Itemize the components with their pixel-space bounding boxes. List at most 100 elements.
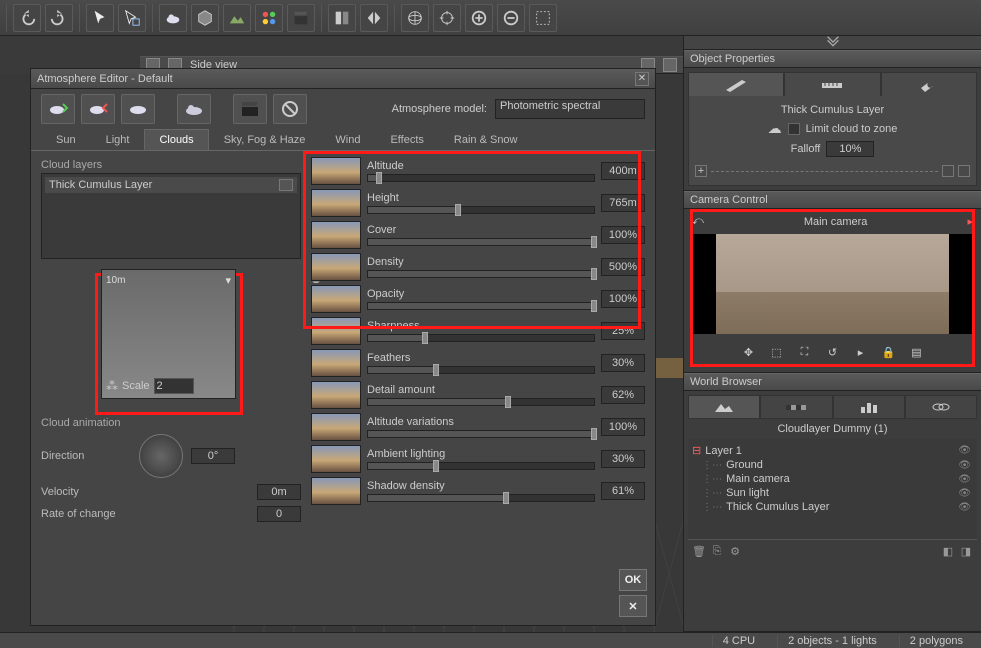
action-icon-2[interactable] xyxy=(958,165,970,177)
collapse-bar[interactable] xyxy=(684,36,981,50)
pan-icon[interactable]: ✥ xyxy=(739,342,759,362)
param-input[interactable] xyxy=(601,322,645,340)
terrain-icon[interactable] xyxy=(223,4,251,32)
param-thumb[interactable] xyxy=(311,253,361,281)
visibility-icon[interactable]: 👁 xyxy=(958,502,971,513)
target-icon[interactable] xyxy=(433,4,461,32)
param-slider[interactable] xyxy=(367,366,595,374)
camera-next-icon[interactable]: ▸ xyxy=(967,215,973,228)
select-arrow-icon[interactable] xyxy=(118,4,146,32)
expand-icon[interactable]: + xyxy=(695,165,707,177)
wb-tab-stats[interactable] xyxy=(833,395,905,419)
param-input[interactable] xyxy=(601,258,645,276)
wb-tab-objects[interactable] xyxy=(688,395,760,419)
zoom-in-icon[interactable] xyxy=(465,4,493,32)
param-thumb[interactable] xyxy=(311,157,361,185)
param-input[interactable] xyxy=(601,450,645,468)
split-icon[interactable] xyxy=(328,4,356,32)
chevron-down-icon[interactable]: ▾ xyxy=(225,274,231,287)
delete-icon[interactable]: 🗑 xyxy=(692,544,706,558)
param-input[interactable] xyxy=(601,194,645,212)
camera-preview[interactable] xyxy=(692,234,973,334)
prop-tab-wrench[interactable] xyxy=(881,72,977,96)
direction-compass[interactable] xyxy=(139,434,183,478)
param-thumb[interactable] xyxy=(311,477,361,505)
clapper-icon[interactable] xyxy=(287,4,315,32)
move-icon[interactable]: ⬚ xyxy=(767,342,787,362)
dialog-titlebar[interactable]: Atmosphere Editor - Default ✕ xyxy=(31,69,655,89)
param-slider[interactable] xyxy=(367,334,595,342)
globe-icon[interactable] xyxy=(401,4,429,32)
cloud-preset-button[interactable] xyxy=(177,94,211,124)
wb-tab-materials[interactable] xyxy=(760,395,832,419)
disable-button[interactable] xyxy=(273,94,307,124)
redo-icon[interactable] xyxy=(45,4,73,32)
param-slider[interactable] xyxy=(367,270,595,278)
param-thumb[interactable] xyxy=(311,413,361,441)
action-icon[interactable] xyxy=(942,165,954,177)
velocity-input[interactable] xyxy=(257,484,301,500)
frame-icon[interactable]: ⛶ xyxy=(795,342,815,362)
noise-icon[interactable]: ⁂ xyxy=(106,379,118,393)
cancel-button[interactable]: ✕ xyxy=(619,595,647,617)
viewport-menu-icon[interactable] xyxy=(663,58,677,72)
marquee-icon[interactable] xyxy=(529,4,557,32)
pointer-icon[interactable] xyxy=(86,4,114,32)
orbit-icon[interactable]: ↺ xyxy=(823,342,843,362)
cloud-preview[interactable]: 10m ▾ ⁂ Scale xyxy=(101,269,236,399)
direction-input[interactable] xyxy=(191,448,235,464)
param-thumb[interactable] xyxy=(311,285,361,313)
param-slider[interactable] xyxy=(367,174,595,182)
tab-light[interactable]: Light xyxy=(91,129,145,150)
param-thumb[interactable] xyxy=(311,349,361,377)
cloud-layers-list[interactable]: Thick Cumulus Layer ➡ ⬅ 🗑 xyxy=(41,173,301,259)
visibility-icon[interactable]: 👁 xyxy=(958,460,971,471)
param-thumb[interactable] xyxy=(311,221,361,249)
action-b-icon[interactable]: ◨ xyxy=(959,544,973,558)
lock-icon[interactable]: 🔒 xyxy=(879,342,899,362)
visibility-icon[interactable]: 👁 xyxy=(958,488,971,499)
save-atmosphere-button[interactable] xyxy=(81,94,115,124)
ok-button[interactable]: OK xyxy=(619,569,647,591)
param-input[interactable] xyxy=(601,418,645,436)
param-slider[interactable] xyxy=(367,238,595,246)
palette-icon[interactable] xyxy=(255,4,283,32)
undo-icon[interactable] xyxy=(13,4,41,32)
model-select[interactable]: Photometric spectral xyxy=(495,99,645,119)
visibility-icon[interactable]: 👁 xyxy=(958,445,971,456)
param-slider[interactable] xyxy=(367,430,595,438)
param-input[interactable] xyxy=(601,386,645,404)
param-thumb[interactable] xyxy=(311,189,361,217)
falloff-input[interactable] xyxy=(826,141,874,157)
action-a-icon[interactable]: ◧ xyxy=(941,544,955,558)
limit-checkbox[interactable] xyxy=(788,123,800,135)
new-atmosphere-button[interactable] xyxy=(121,94,155,124)
visibility-icon[interactable]: 👁 xyxy=(958,474,971,485)
tab-rain-snow[interactable]: Rain & Snow xyxy=(439,129,533,150)
wb-item[interactable]: ⋮⋯ Ground👁 xyxy=(690,458,975,472)
param-thumb[interactable] xyxy=(311,381,361,409)
prop-tab-ruler[interactable] xyxy=(784,72,880,96)
param-slider[interactable] xyxy=(367,206,595,214)
scale-input[interactable] xyxy=(154,378,194,394)
param-slider[interactable] xyxy=(367,494,595,502)
play-icon[interactable]: ▸ xyxy=(851,342,871,362)
tab-clouds[interactable]: Clouds xyxy=(144,129,208,150)
tab-sun[interactable]: Sun xyxy=(41,129,91,150)
layer-cycle-icon[interactable] xyxy=(279,179,293,191)
tab-effects[interactable]: Effects xyxy=(375,129,438,150)
wb-item[interactable]: ⊟ Layer 1👁 xyxy=(690,443,975,458)
param-thumb[interactable] xyxy=(311,317,361,345)
param-input[interactable] xyxy=(601,162,645,180)
tab-sky-fog-haze[interactable]: Sky, Fog & Haze xyxy=(209,129,321,150)
wb-item[interactable]: ⋮⋯ Thick Cumulus Layer👁 xyxy=(690,500,975,514)
animate-button[interactable] xyxy=(233,94,267,124)
param-slider[interactable] xyxy=(367,398,595,406)
rate-input[interactable] xyxy=(257,506,301,522)
wb-tree[interactable]: ⊟ Layer 1👁 ⋮⋯ Ground👁 ⋮⋯ Main camera👁 ⋮⋯… xyxy=(688,439,977,539)
wb-tab-links[interactable] xyxy=(905,395,977,419)
wb-item[interactable]: ⋮⋯ Main camera👁 xyxy=(690,472,975,486)
param-input[interactable] xyxy=(601,482,645,500)
close-icon[interactable]: ✕ xyxy=(635,72,649,86)
load-atmosphere-button[interactable] xyxy=(41,94,75,124)
